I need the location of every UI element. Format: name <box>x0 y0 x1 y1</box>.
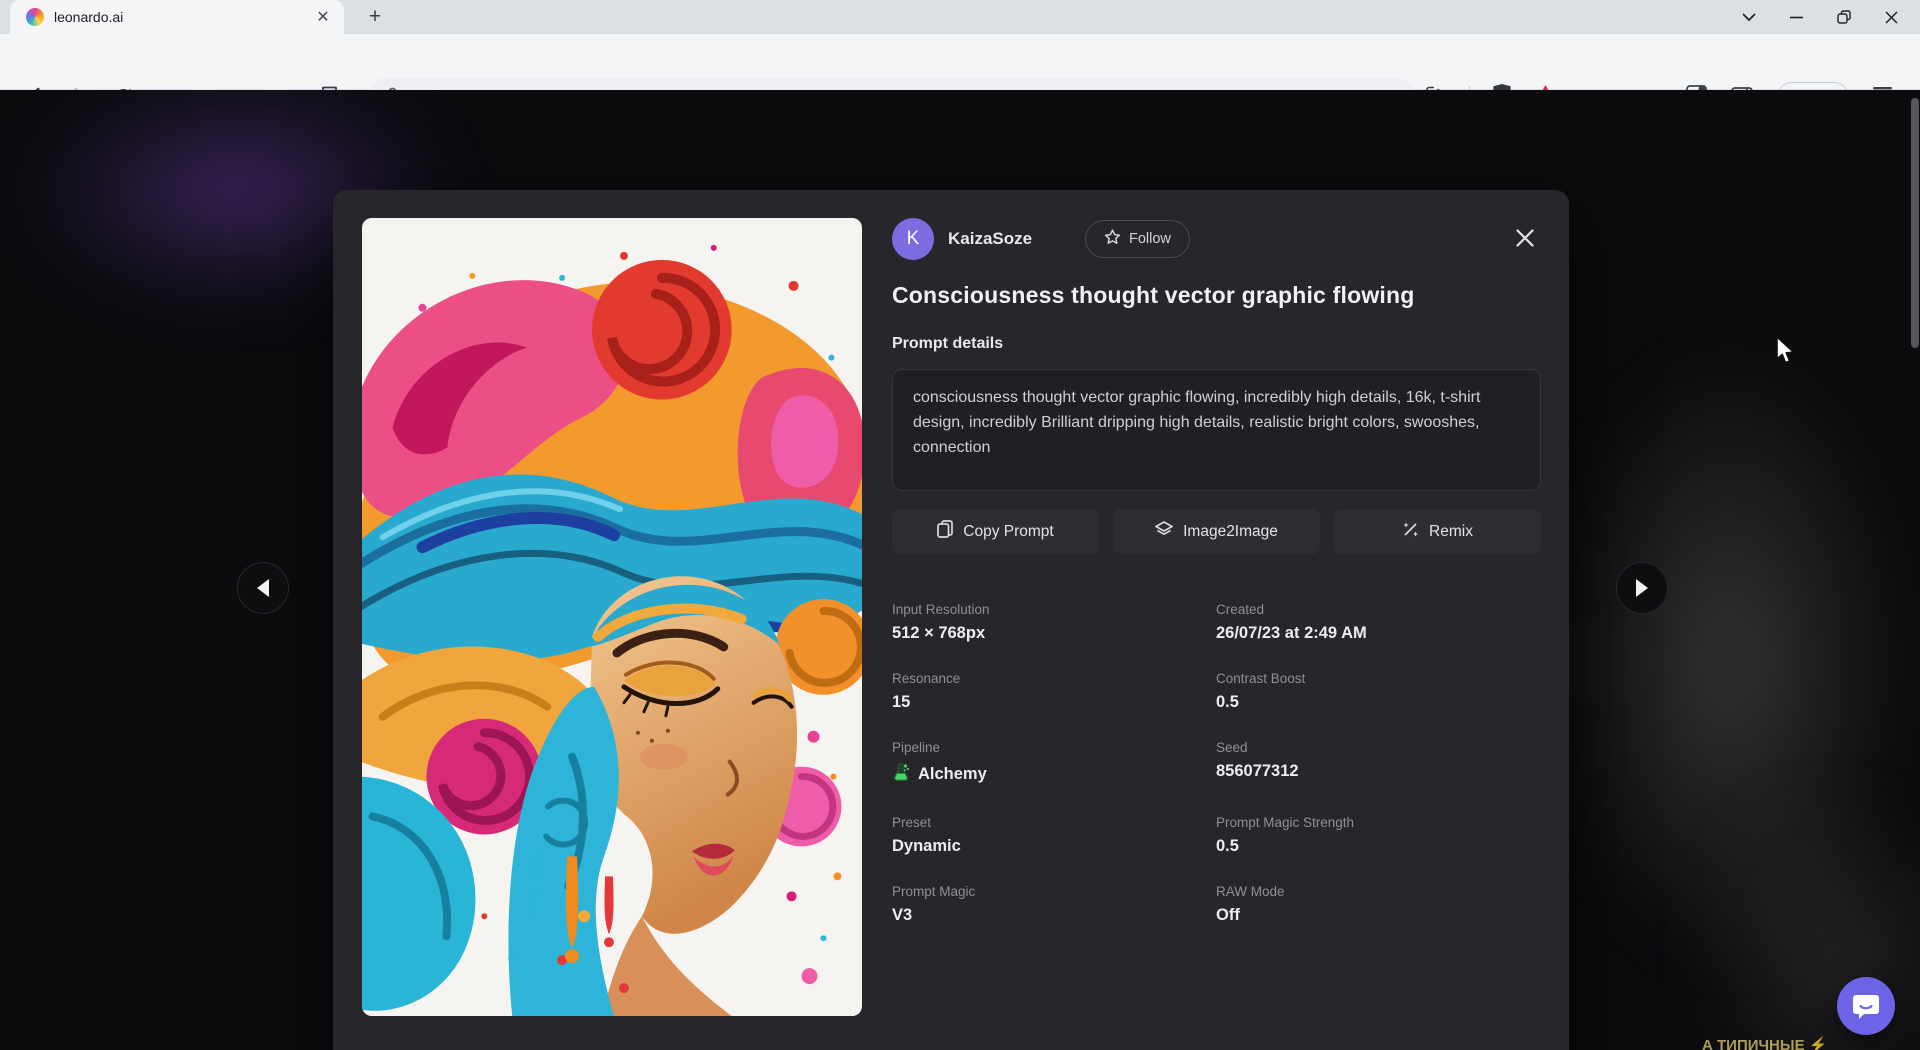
browser-tab-strip: leonardo.ai ✕ + <box>0 0 1920 34</box>
detail-resonance: Resonance 15 <box>892 671 1216 712</box>
detail-preset: Preset Dynamic <box>892 815 1216 856</box>
follow-button[interactable]: Follow <box>1085 220 1190 258</box>
generated-image[interactable] <box>362 218 862 1016</box>
support-chat-button[interactable] <box>1837 977 1895 1035</box>
page-backdrop: K KaizaSoze Follow Consciousness thought… <box>0 90 1920 1050</box>
next-arrow-icon <box>1636 579 1648 597</box>
prompt-text-box[interactable]: consciousness thought vector graphic flo… <box>892 369 1541 491</box>
new-tab-button[interactable]: + <box>362 5 388 31</box>
tab-search-chevron-icon[interactable] <box>1742 13 1756 22</box>
browser-toolbar: app.leonardo.ai <box>0 34 1920 90</box>
copy-prompt-button[interactable]: Copy Prompt <box>892 509 1099 554</box>
detail-contrast-boost: Contrast Boost 0.5 <box>1216 671 1541 712</box>
remix-button[interactable]: Remix <box>1334 509 1541 554</box>
author-name[interactable]: KaizaSoze <box>948 229 1032 249</box>
generation-details: Input Resolution 512 × 768px Created 26/… <box>892 602 1541 925</box>
modal-close-button[interactable] <box>1511 224 1539 252</box>
image-detail-modal: K KaizaSoze Follow Consciousness thought… <box>333 190 1569 1050</box>
remix-wand-icon <box>1402 521 1419 543</box>
detail-created: Created 26/07/23 at 2:49 AM <box>1216 602 1541 643</box>
mouse-cursor <box>1775 336 1797 371</box>
chat-icon <box>1852 993 1880 1020</box>
star-icon <box>1104 229 1121 249</box>
image2image-button[interactable]: Image2Image <box>1113 509 1320 554</box>
copy-icon <box>937 520 953 543</box>
window-restore-button[interactable] <box>1837 10 1851 24</box>
tab-title: leonardo.ai <box>54 9 312 25</box>
prompt-details-heading: Prompt details <box>892 335 1541 353</box>
page-scrollbar[interactable] <box>1911 98 1919 348</box>
detail-prompt-magic: Prompt Magic V3 <box>892 884 1216 925</box>
alchemy-flask-icon <box>892 762 910 787</box>
layers-icon <box>1155 521 1173 543</box>
detail-input-resolution: Input Resolution 512 × 768px <box>892 602 1216 643</box>
browser-tab[interactable]: leonardo.ai ✕ <box>10 0 344 34</box>
detail-seed: Seed 856077312 <box>1216 740 1541 787</box>
tab-close-icon[interactable]: ✕ <box>312 6 334 28</box>
detail-raw-mode: RAW Mode Off <box>1216 884 1541 925</box>
next-image-button[interactable] <box>1616 562 1668 614</box>
previous-image-button[interactable] <box>237 562 289 614</box>
avatar[interactable]: K <box>892 218 934 260</box>
window-minimize-button[interactable] <box>1790 16 1803 19</box>
image-title: Consciousness thought vector graphic flo… <box>892 282 1541 309</box>
video-watermark: А ТИПИЧНЫЕ ⚡ <box>1702 1036 1827 1050</box>
leonardo-favicon-icon <box>26 8 44 26</box>
window-close-button[interactable] <box>1885 11 1898 24</box>
detail-pipeline: Pipeline Alchemy <box>892 740 1216 787</box>
screen: leonardo.ai ✕ + <box>0 0 1920 1050</box>
previous-arrow-icon <box>257 579 269 597</box>
detail-prompt-magic-strength: Prompt Magic Strength 0.5 <box>1216 815 1541 856</box>
